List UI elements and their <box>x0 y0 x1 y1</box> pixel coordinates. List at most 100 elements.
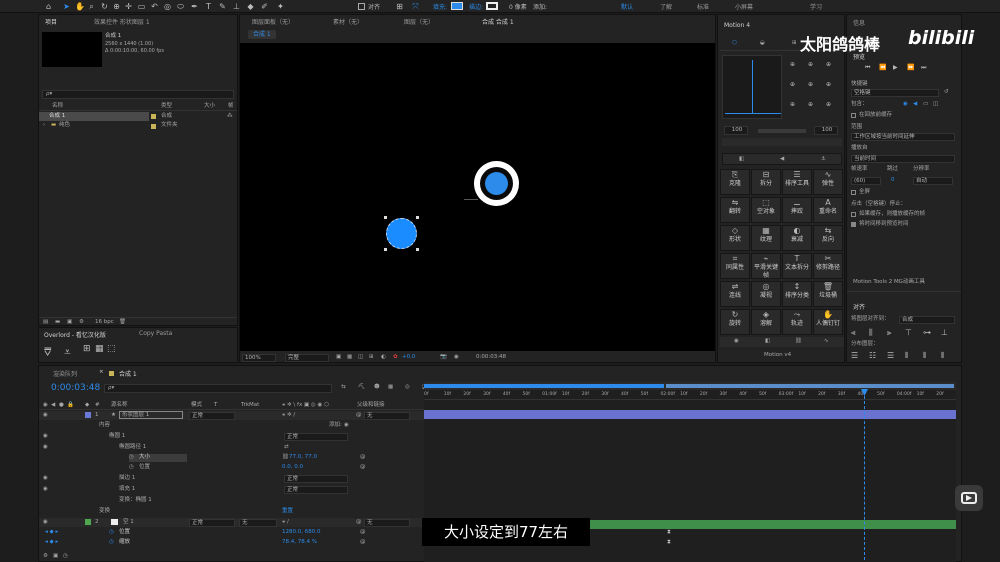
align-to-dropdown[interactable]: 合成 <box>899 316 955 324</box>
parent-dropdown[interactable]: 无 <box>364 519 410 527</box>
first-frame-icon[interactable]: ⏮ <box>865 64 870 72</box>
tab-composition[interactable]: 合成 合成 1 <box>482 17 514 26</box>
text-tool-icon[interactable]: T <box>204 2 213 11</box>
roto-brush-icon[interactable]: ✐ <box>260 2 269 11</box>
ellipse-visibility-icon[interactable]: ◉ <box>43 433 48 440</box>
stopwatch-active-icon[interactable]: ◷ <box>109 529 114 536</box>
null-position-value[interactable]: 1280.0, 680.0 <box>282 529 321 536</box>
play-from-dropdown[interactable]: 当前时间 <box>851 155 955 163</box>
overlord-push-icon[interactable]: ⩢ <box>44 345 51 360</box>
fps-dropdown[interactable]: (60) <box>851 177 881 185</box>
stopwatch-icon[interactable]: ◷ <box>129 454 134 461</box>
timeline-search-input[interactable]: ρ▾ <box>104 384 332 393</box>
include-audio-icon[interactable]: ◀ <box>913 101 917 108</box>
pen-tool-icon[interactable]: ✒ <box>190 2 199 11</box>
layer-label-color[interactable] <box>85 412 91 418</box>
reset-icon[interactable]: ↺ <box>944 89 949 96</box>
col-parent[interactable]: 父级和链接 <box>357 402 385 409</box>
brush-tool-icon[interactable]: ✎ <box>218 2 227 11</box>
ellipse-group[interactable]: 椭圆 1 <box>109 433 125 440</box>
tab-layer[interactable]: 图层（无） <box>404 17 434 26</box>
zoom-tool-icon[interactable]: ⌕ <box>87 2 96 11</box>
ellipse-path-group[interactable]: 椭圆路径 1 <box>119 444 146 451</box>
arrow-left-icon[interactable]: ◀ <box>780 156 784 163</box>
tab-align[interactable]: 对齐 <box>853 302 865 311</box>
puppet-tool-icon[interactable]: ✦ <box>276 2 285 11</box>
size-pickwhip-icon[interactable]: @ <box>360 454 366 461</box>
motion-field-right[interactable]: 100 <box>814 126 838 135</box>
motion-excite-icon[interactable]: ⬡ <box>732 40 737 47</box>
fill-group[interactable]: 填充 1 <box>119 486 135 493</box>
add-content-label[interactable]: 添加: <box>329 422 342 429</box>
include-video-icon[interactable]: ◉ <box>903 101 908 108</box>
col-name[interactable]: 名称 <box>52 103 63 110</box>
stroke-blend-dropdown[interactable]: 正常 <box>284 475 348 483</box>
new-comp-icon[interactable]: ▣ <box>67 319 72 326</box>
motion-grid-icon[interactable]: ⊞ <box>792 40 797 47</box>
pickwhip-icon[interactable]: @ <box>356 519 362 526</box>
stroke-color-swatch[interactable] <box>486 2 498 10</box>
clone-stamp-icon[interactable]: ⊥ <box>232 2 241 11</box>
hand-tool-icon[interactable]: ✋ <box>75 2 85 11</box>
exposure-value[interactable]: +0.0 <box>402 354 415 361</box>
label-color-swatch[interactable] <box>151 114 156 119</box>
reset-transform-link[interactable]: 重置 <box>282 508 293 515</box>
motion-btn-smooth-key[interactable]: ⌁ 平滑关键帧 <box>751 253 781 279</box>
layer-row-shape-1[interactable]: ◉ ⌄ 1 ★ 形状图层 1 正常 ⚹ ✲ / @ 无 <box>39 411 424 420</box>
motion-btn-texture[interactable]: ▦ 纹理 <box>751 225 781 251</box>
comp-flowchart-icon[interactable]: ⇆ <box>341 384 346 391</box>
keyframe-icon[interactable]: ⧗ <box>667 539 671 546</box>
channel-icon[interactable]: ◐ <box>381 354 386 361</box>
motion-btn-decay[interactable]: ◐ 衰减 <box>782 225 812 251</box>
align-right-icon[interactable]: ⫸ <box>887 328 892 338</box>
distribute-left-icon[interactable]: ⦀ <box>905 351 909 361</box>
mask-tool-icon[interactable]: ◎ <box>163 2 172 11</box>
motion-tools-tab[interactable]: Motion Tools 2 MG动画工具 <box>853 279 925 286</box>
region-of-interest-icon[interactable]: ▣ <box>336 354 341 361</box>
snap-icon[interactable]: ⊞ <box>395 2 404 11</box>
stroke-group[interactable]: 描边 1 <box>119 475 135 482</box>
motion-btn-same-prop[interactable]: ⌗ 同属性 <box>720 253 750 279</box>
project-search-input[interactable]: ρ▾ <box>42 90 234 99</box>
range-dropdown[interactable]: 工作区域按当前时间延伸 <box>851 133 955 141</box>
pickwhip-icon[interactable]: @ <box>356 412 362 419</box>
workspace-learn[interactable]: 了解 <box>660 2 672 11</box>
curve-icon[interactable]: ∿ <box>824 338 829 345</box>
cache-checkbox[interactable] <box>851 113 856 118</box>
workspace-standard[interactable]: 标准 <box>697 2 709 11</box>
content-group[interactable]: 内容 <box>99 422 110 429</box>
align-left-icon[interactable]: ⫷ <box>851 328 856 338</box>
ellipse-tool-icon[interactable]: ⬭ <box>176 2 185 11</box>
workspace-small-screen[interactable]: 小屏幕 <box>735 2 753 11</box>
align-vcenter-icon[interactable]: ⊶ <box>923 328 931 337</box>
col-mode[interactable]: 模式 <box>191 402 202 409</box>
motion-btn-null[interactable]: ⬚ 空对象 <box>751 197 781 223</box>
motion-blur-icon[interactable]: ◎ <box>405 384 410 391</box>
project-item-comp[interactable]: 合成 1 <box>39 112 149 121</box>
zoom-dropdown[interactable]: 100% <box>242 354 276 362</box>
shy-layers-icon[interactable]: ☻ <box>374 384 380 391</box>
anchor-point-grid[interactable]: ⊕ ⊕ ⊕ ⊕ ⊕ ⊕ ⊕ ⊕ ⊕ <box>788 61 838 117</box>
col-trkmat[interactable]: TrkMat <box>241 402 259 409</box>
tab-effect-controls[interactable]: 效果控件 形状图层 1 <box>94 17 150 26</box>
motion-easing-slider[interactable] <box>722 138 842 146</box>
add-label[interactable]: 添加: <box>533 2 547 11</box>
snapshot-icon[interactable]: 📷 <box>440 354 447 361</box>
selection-handle[interactable] <box>384 216 387 219</box>
work-area-end[interactable] <box>666 384 954 388</box>
motion-btn-dissolve[interactable]: ◈ 溶解 <box>751 309 781 335</box>
tab-footage[interactable]: 素材（无） <box>333 17 363 26</box>
align-bottom-icon[interactable]: ⊥ <box>941 328 948 337</box>
motion-btn-rename[interactable]: A 重命名 <box>813 197 843 223</box>
undo-icon[interactable]: ↶ <box>150 2 159 11</box>
motion-blend-icon[interactable]: ◒ <box>760 40 765 47</box>
motion-btn-text-split[interactable]: T 文本拆分 <box>782 253 812 279</box>
align-checkbox[interactable] <box>358 3 365 10</box>
show-snapshot-icon[interactable]: ◉ <box>454 354 459 361</box>
layer-row-null-1[interactable]: ◉ 2 空 1 正常 无 ⚹ / @ 无 <box>39 518 424 527</box>
motion-btn-shape[interactable]: ◇ 形状 <box>720 225 750 251</box>
keyframe-icon[interactable]: ⧗ <box>667 529 671 536</box>
skip-value[interactable]: 0 <box>891 177 895 184</box>
layer-visibility-icon[interactable]: ◉ <box>43 412 48 419</box>
scale-value[interactable]: 78.4, 78.4 % <box>282 539 317 546</box>
